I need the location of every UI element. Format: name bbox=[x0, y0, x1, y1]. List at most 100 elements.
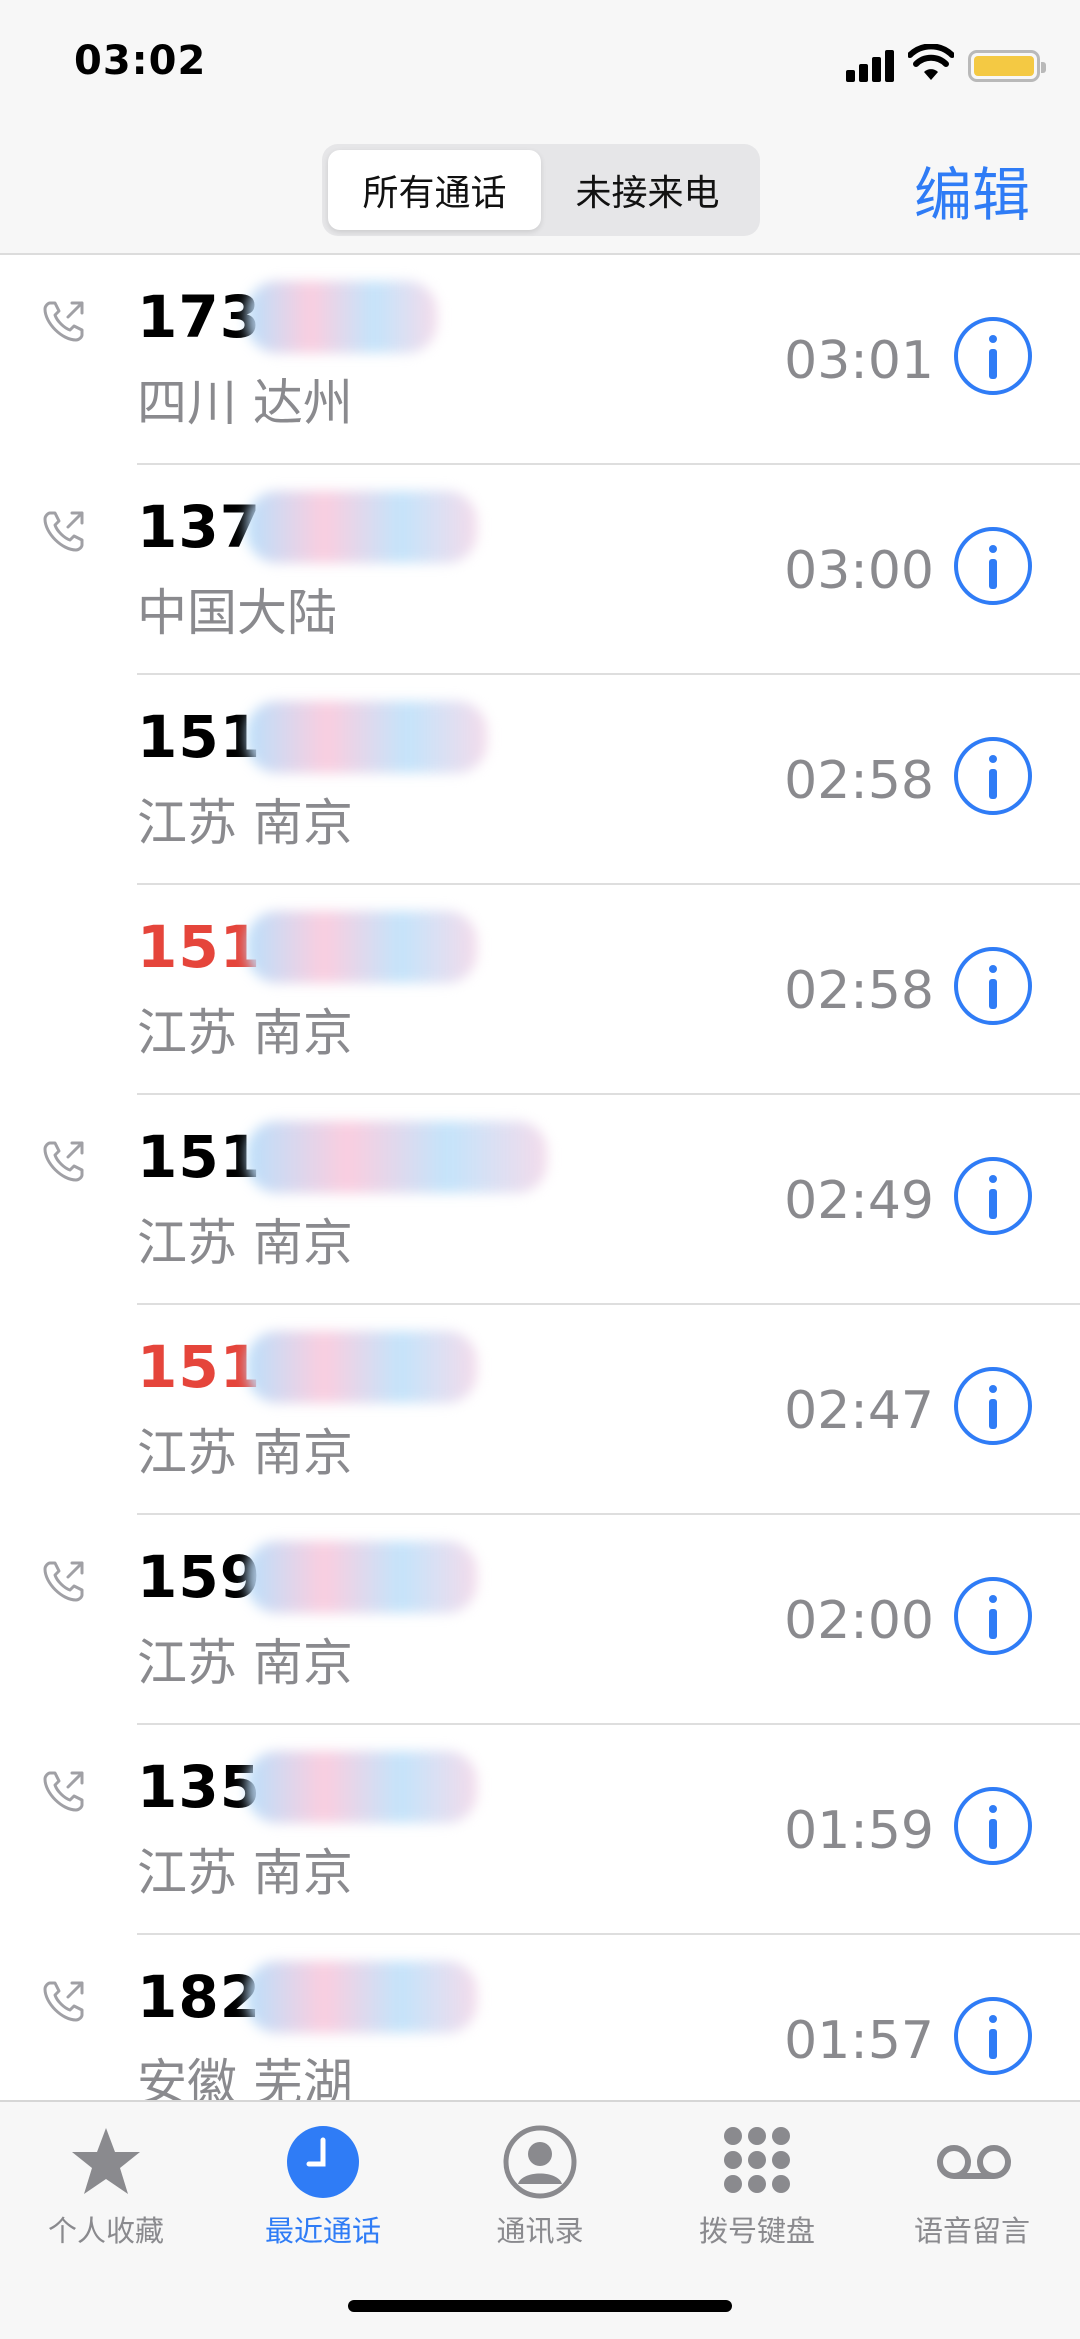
call-time: 01:59 bbox=[784, 1801, 934, 1861]
tab-label: 通讯录 bbox=[496, 2214, 584, 2248]
call-time: 03:01 bbox=[784, 331, 934, 391]
home-indicator bbox=[348, 2300, 732, 2312]
info-icon-bar bbox=[989, 769, 997, 799]
call-time: 01:57 bbox=[784, 2011, 934, 2071]
redaction-sticker bbox=[247, 1331, 477, 1403]
tab-contacts[interactable]: 通讯录 bbox=[440, 2116, 640, 2256]
voicemail-icon bbox=[937, 2145, 1011, 2179]
call-row-2[interactable]: 137 中国大陆 03:00 bbox=[0, 465, 1080, 675]
call-time: 02:47 bbox=[784, 1381, 934, 1441]
tab-label: 个人收藏 bbox=[47, 2214, 164, 2248]
outgoing-call-icon bbox=[43, 1981, 84, 2022]
caller-location: 江苏 南京 bbox=[137, 794, 353, 852]
tab-favorites[interactable]: 个人收藏 bbox=[6, 2116, 206, 2256]
caller-location: 江苏 南京 bbox=[137, 1214, 353, 1272]
info-icon[interactable] bbox=[954, 317, 1032, 395]
info-icon[interactable] bbox=[954, 1787, 1032, 1865]
call-row-3[interactable]: 151 江苏 南京 02:58 bbox=[0, 675, 1080, 885]
info-icon-dot bbox=[989, 1595, 997, 1603]
outgoing-call-icon bbox=[43, 511, 84, 552]
info-icon[interactable] bbox=[954, 947, 1032, 1025]
info-icon[interactable] bbox=[954, 1997, 1032, 2075]
info-icon[interactable] bbox=[954, 737, 1032, 815]
caller-number: 151 bbox=[137, 1123, 262, 1191]
clock-icon bbox=[287, 2126, 359, 2198]
info-icon-bar bbox=[989, 1399, 997, 1429]
caller-number: 173 bbox=[137, 283, 262, 351]
call-row-8[interactable]: 135 江苏 南京 01:59 bbox=[0, 1725, 1080, 1935]
call-row-1[interactable]: 173 四川 达州 03:01 bbox=[0, 255, 1080, 465]
tab-voicemail[interactable]: 语音留言 bbox=[872, 2116, 1072, 2256]
info-icon-bar bbox=[989, 349, 997, 379]
outgoing-call-icon bbox=[43, 1141, 84, 1182]
redaction-sticker bbox=[247, 1541, 477, 1613]
redaction-sticker bbox=[247, 491, 477, 563]
caller-number: 159 bbox=[137, 1543, 262, 1611]
redaction-sticker bbox=[247, 911, 477, 983]
info-icon-bar bbox=[989, 1189, 997, 1219]
info-icon-dot bbox=[989, 2015, 997, 2023]
caller-number: 135 bbox=[137, 1753, 262, 1821]
call-time: 02:49 bbox=[784, 1171, 934, 1231]
battery-nub bbox=[1041, 62, 1046, 73]
info-icon-bar bbox=[989, 2029, 997, 2059]
tab-label: 拨号键盘 bbox=[698, 2214, 815, 2248]
redaction-sticker bbox=[247, 1751, 477, 1823]
redaction-sticker bbox=[247, 701, 487, 773]
info-icon[interactable] bbox=[954, 1367, 1032, 1445]
call-row-5[interactable]: 151 江苏 南京 02:49 bbox=[0, 1095, 1080, 1305]
caller-location: 四川 达州 bbox=[137, 374, 353, 432]
caller-location: 中国大陆 bbox=[137, 584, 337, 642]
info-icon-bar bbox=[989, 1819, 997, 1849]
tab-keypad[interactable]: 拨号键盘 bbox=[657, 2116, 857, 2256]
tab-recents[interactable]: 最近通话 bbox=[223, 2116, 423, 2256]
battery-level bbox=[974, 56, 1034, 76]
info-icon[interactable] bbox=[954, 527, 1032, 605]
contacts-icon bbox=[503, 2125, 577, 2199]
status-time: 03:02 bbox=[74, 38, 207, 84]
tab-label: 最近通话 bbox=[264, 2214, 381, 2248]
cellular-signal-icon bbox=[846, 48, 898, 82]
caller-location: 江苏 南京 bbox=[137, 1634, 353, 1692]
redaction-sticker bbox=[247, 1961, 477, 2033]
nav-bar: 所有通话 未接来电 编辑 bbox=[0, 130, 1080, 255]
outgoing-call-icon bbox=[43, 1771, 84, 1812]
keypad-icon bbox=[724, 2127, 790, 2193]
info-icon[interactable] bbox=[954, 1577, 1032, 1655]
info-icon-dot bbox=[989, 1175, 997, 1183]
call-time: 02:58 bbox=[784, 961, 934, 1021]
info-icon-dot bbox=[989, 965, 997, 973]
call-time: 03:00 bbox=[784, 541, 934, 601]
caller-number: 151 bbox=[137, 913, 262, 981]
call-row-6[interactable]: 151 江苏 南京 02:47 bbox=[0, 1305, 1080, 1515]
info-icon-bar bbox=[989, 979, 997, 1009]
info-icon-bar bbox=[989, 1609, 997, 1639]
caller-location: 江苏 南京 bbox=[137, 1004, 353, 1062]
recent-calls-list: 173 四川 达州 03:01 137 中国大陆 03:00 151 江苏 南京… bbox=[0, 255, 1080, 2145]
caller-location: 江苏 南京 bbox=[137, 1424, 353, 1482]
tab-label: 语音留言 bbox=[913, 2214, 1030, 2248]
info-icon-bar bbox=[989, 559, 997, 589]
star-icon bbox=[72, 2128, 140, 2194]
call-row-4[interactable]: 151 江苏 南京 02:58 bbox=[0, 885, 1080, 1095]
caller-number: 151 bbox=[137, 703, 262, 771]
info-icon-dot bbox=[989, 335, 997, 343]
call-time: 02:00 bbox=[784, 1591, 934, 1651]
info-icon-dot bbox=[989, 755, 997, 763]
caller-number: 151 bbox=[137, 1333, 262, 1401]
info-icon[interactable] bbox=[954, 1157, 1032, 1235]
wifi-icon bbox=[908, 44, 954, 80]
caller-location: 江苏 南京 bbox=[137, 1844, 353, 1902]
status-bar: 03:02 bbox=[0, 0, 1080, 130]
outgoing-call-icon bbox=[43, 1561, 84, 1602]
segment-all-calls[interactable]: 所有通话 bbox=[328, 150, 541, 230]
info-icon-dot bbox=[989, 545, 997, 553]
segment-missed-calls[interactable]: 未接来电 bbox=[541, 150, 754, 230]
redaction-sticker bbox=[247, 281, 437, 353]
redaction-sticker bbox=[247, 1121, 547, 1193]
call-time: 02:58 bbox=[784, 751, 934, 811]
call-row-7[interactable]: 159 江苏 南京 02:00 bbox=[0, 1515, 1080, 1725]
call-filter-segmented-control: 所有通话 未接来电 bbox=[322, 144, 760, 236]
caller-number: 137 bbox=[137, 493, 262, 561]
edit-button[interactable]: 编辑 bbox=[914, 148, 1030, 232]
